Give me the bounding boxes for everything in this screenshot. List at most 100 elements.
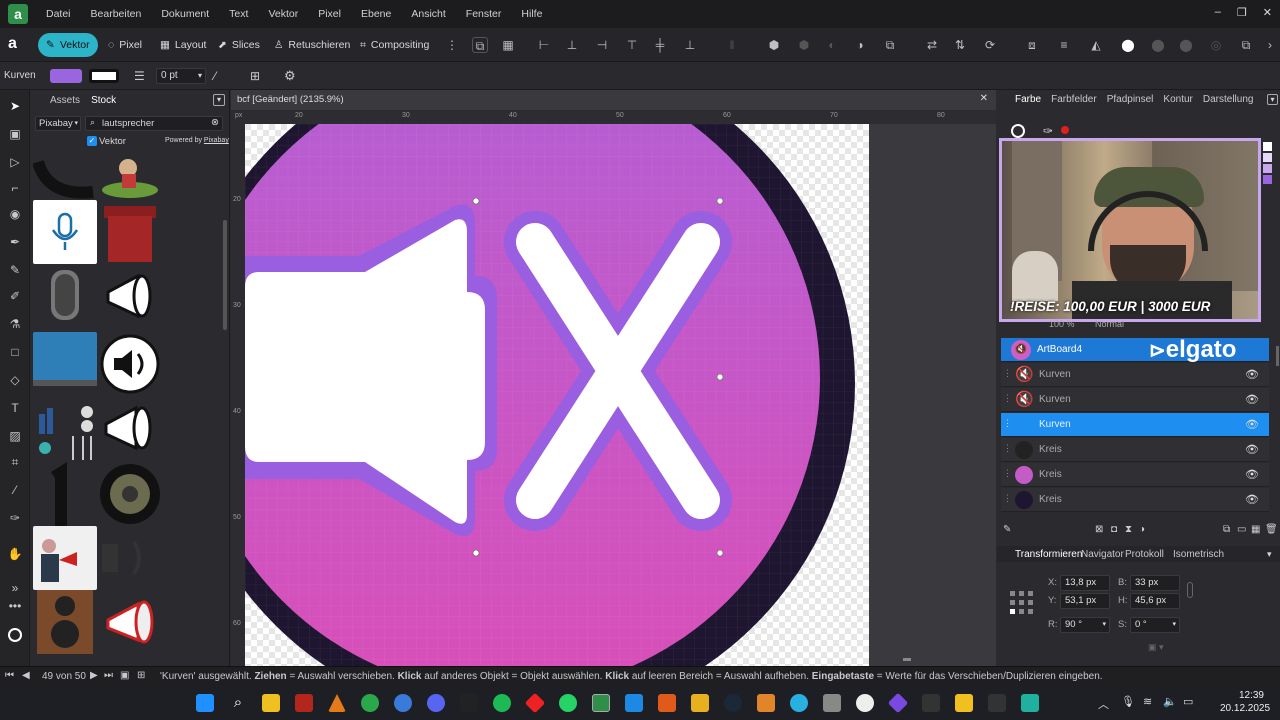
arrange-icon[interactable]: ⧈: [1024, 37, 1040, 53]
adjustment-icon[interactable]: ◘: [1111, 524, 1117, 535]
clear-search-icon[interactable]: ⊗: [211, 117, 219, 128]
eyedropper-icon[interactable]: ✑: [1043, 124, 1053, 138]
stock-thumb-megaphone[interactable]: [98, 266, 162, 330]
davinci-icon[interactable]: [922, 694, 940, 712]
node-tool-icon[interactable]: ▷: [7, 154, 23, 170]
snapping-icon[interactable]: ▦: [500, 37, 516, 53]
geometry5-icon[interactable]: ⧉: [1238, 37, 1254, 53]
first-page-icon[interactable]: ⏮: [5, 670, 14, 681]
layer-drag-icon[interactable]: ⋮: [1003, 468, 1012, 479]
contrast-icon[interactable]: ◑: [1139, 524, 1145, 535]
persona-pixel[interactable]: ◌ Pixel: [100, 33, 150, 57]
pen-tool-icon[interactable]: ✒: [7, 234, 23, 250]
canvas-scroll-indicator[interactable]: [903, 658, 911, 661]
eyedropper-tool-icon[interactable]: ⁄: [7, 482, 23, 498]
distribute-icon[interactable]: ‖: [724, 37, 740, 53]
wifi-icon[interactable]: ≋: [1143, 695, 1152, 708]
vscode-icon[interactable]: [625, 694, 643, 712]
layer-row[interactable]: ⋮ Kreis 👁: [1001, 438, 1269, 462]
layer-drag-icon[interactable]: ⋮: [1003, 418, 1012, 429]
stock-thumb-mixer[interactable]: [33, 398, 97, 462]
flip-vertical-icon[interactable]: ⇅: [952, 37, 968, 53]
menu-text[interactable]: Text: [219, 8, 258, 20]
swatch-strip[interactable]: [1263, 142, 1273, 186]
filezilla-icon[interactable]: [295, 694, 313, 712]
align-center-icon[interactable]: ⊥: [564, 37, 580, 53]
anchor-grid[interactable]: [1009, 590, 1035, 616]
align-middle-icon[interactable]: ╪: [652, 37, 668, 53]
layer-row-selected[interactable]: ⋮ Kurven 👁: [1001, 413, 1269, 437]
align-left-icon[interactable]: ⊢: [536, 37, 552, 53]
color-wheel-icon[interactable]: [8, 628, 22, 642]
close-document-icon[interactable]: ✕: [980, 93, 988, 104]
page-settings-icon[interactable]: ▣: [120, 670, 129, 681]
visibility-eye-icon[interactable]: 👁: [1245, 443, 1259, 457]
persona-retuschieren[interactable]: ♙ Retuschieren: [266, 33, 358, 57]
explorer-icon[interactable]: [262, 694, 280, 712]
clock[interactable]: 12:39 20.12.2025: [1220, 689, 1270, 715]
tab-protokoll[interactable]: Protokoll: [1121, 549, 1168, 560]
text-tool-icon[interactable]: T: [7, 400, 23, 416]
stock-thumb-monitor[interactable]: [33, 332, 97, 396]
stock-thumb-person-megaphone[interactable]: [33, 526, 97, 590]
menu-ebene[interactable]: Ebene: [351, 8, 401, 20]
more-icon[interactable]: ⋮: [444, 37, 460, 53]
chrome-profile-icon[interactable]: [394, 694, 412, 712]
panel-menu-icon[interactable]: ▾: [1267, 549, 1272, 560]
align-bottom-icon[interactable]: ⊥: [682, 37, 698, 53]
visibility-eye-icon[interactable]: 👁: [1245, 393, 1259, 407]
layer-row[interactable]: ⋮ 🔇 Kurven 👁: [1001, 388, 1269, 412]
layer-row[interactable]: ⋮ Kreis 👁: [1001, 463, 1269, 487]
tab-stock[interactable]: Stock: [87, 95, 120, 106]
image-tool-icon[interactable]: ▨: [7, 428, 23, 444]
stock-thumb-speaker-box[interactable]: [98, 200, 162, 264]
stroke-style-icon[interactable]: ☰: [134, 69, 145, 83]
settings-gear-icon[interactable]: ⚙: [284, 68, 296, 84]
shape-tool-icon[interactable]: ◇: [7, 372, 23, 388]
layer-drag-icon[interactable]: ⋮: [1003, 393, 1012, 404]
assets-scrollbar[interactable]: [223, 220, 227, 330]
persona-compositing[interactable]: ⌗ Compositing: [352, 33, 437, 57]
tray-chevron-icon[interactable]: ︿: [1098, 696, 1109, 712]
obs-icon[interactable]: [856, 694, 874, 712]
vektor-checkbox[interactable]: ✓: [87, 136, 97, 146]
move-forward-icon[interactable]: ≡: [1056, 37, 1072, 53]
boolean-intersect-icon[interactable]: ◐: [824, 37, 840, 53]
layer-drag-icon[interactable]: ⋮: [1003, 443, 1012, 454]
transform-origin-icon[interactable]: ⊞: [250, 69, 260, 83]
visibility-eye-icon[interactable]: 👁: [1245, 418, 1259, 432]
flip-horizontal-icon[interactable]: ⇄: [924, 37, 940, 53]
menu-vektor[interactable]: Vektor: [258, 8, 308, 20]
tools-more-icon[interactable]: »: [7, 580, 23, 596]
menu-hilfe[interactable]: Hilfe: [511, 8, 552, 20]
mic-icon[interactable]: 🎙: [1121, 695, 1135, 708]
stock-thumb-number-one[interactable]: [33, 462, 97, 526]
layer-row[interactable]: ⋮ 🔇 Kurven 👁: [1001, 363, 1269, 387]
last-page-icon[interactable]: ⏭: [104, 670, 113, 681]
minimize-icon[interactable]: –: [1215, 6, 1221, 19]
stock-thumb-microphone[interactable]: [33, 200, 97, 264]
toolbar-overflow-icon[interactable]: ›: [1262, 37, 1278, 53]
panel-menu-icon[interactable]: ▾: [1267, 94, 1278, 105]
mirror-icon[interactable]: ◭: [1088, 37, 1104, 53]
layer-row-artboard[interactable]: 🔇 ArtBoard4 ⊳elgato: [1001, 336, 1269, 363]
sticky-icon[interactable]: [955, 694, 973, 712]
blender-icon[interactable]: [757, 694, 775, 712]
rectangle-tool-icon[interactable]: □: [7, 344, 23, 360]
edit-layer-icon[interactable]: ✎: [1003, 524, 1011, 535]
tab-pfadpinsel[interactable]: Pfadpinsel: [1103, 94, 1158, 105]
tab-transformieren[interactable]: Transformieren: [1011, 549, 1086, 560]
r-app-icon[interactable]: [691, 694, 709, 712]
app-icon[interactable]: [823, 694, 841, 712]
stock-search-input[interactable]: ⌕ lautsprecher ⊗: [85, 116, 223, 131]
panel-menu-icon[interactable]: ▾: [213, 94, 225, 106]
layers-scrollbar[interactable]: [1276, 346, 1279, 366]
brush-tool-icon[interactable]: ✐: [7, 288, 23, 304]
layer-row[interactable]: ⋮ Kreis 👁: [1001, 488, 1269, 512]
layer-drag-icon[interactable]: ⋮: [1003, 368, 1012, 379]
start-icon[interactable]: [196, 694, 214, 712]
point-transform-icon[interactable]: ◉: [7, 206, 23, 222]
visibility-eye-icon[interactable]: 👁: [1245, 368, 1259, 382]
align-right-icon[interactable]: ⊣: [594, 37, 610, 53]
whatsapp-icon[interactable]: [559, 694, 577, 712]
